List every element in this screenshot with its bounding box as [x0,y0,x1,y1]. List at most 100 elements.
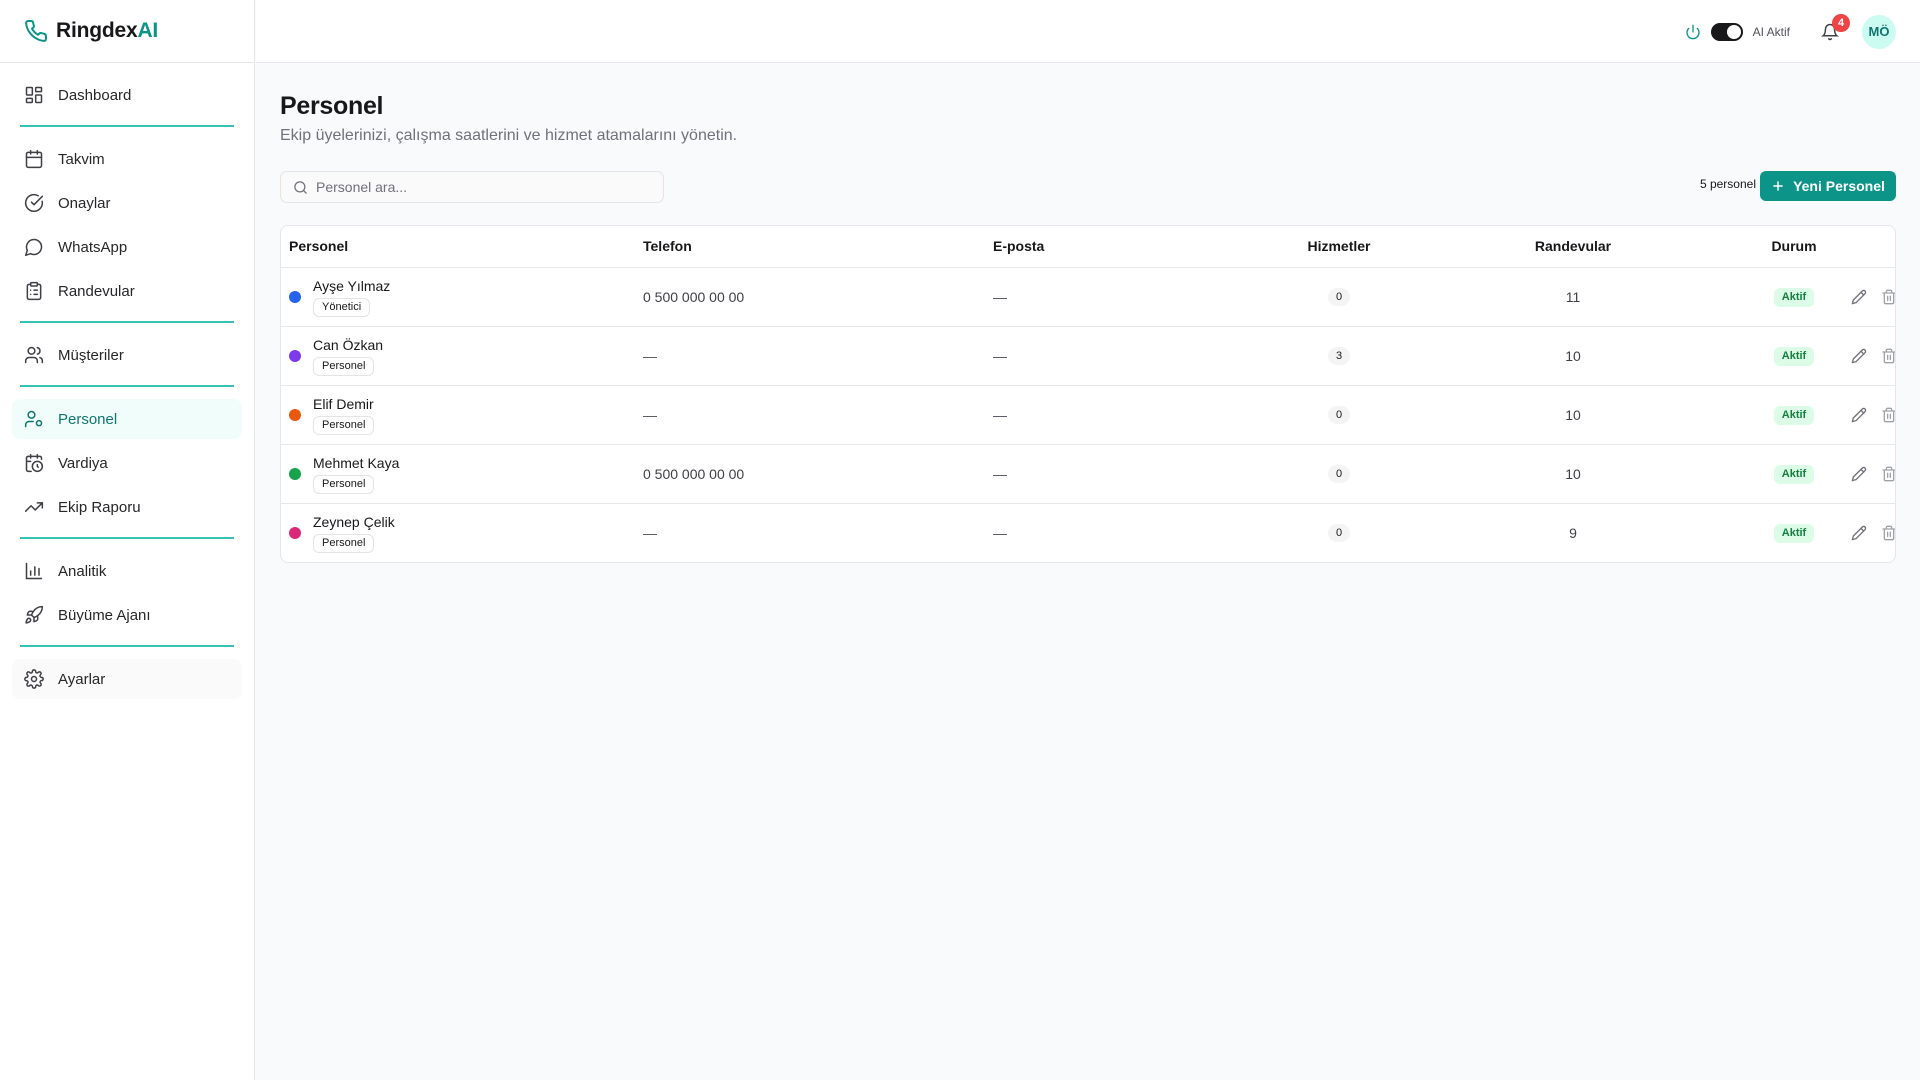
edit-icon[interactable] [1851,289,1867,305]
email-cell: — [993,524,1007,541]
search-box [280,171,664,203]
table-row[interactable]: Ayşe Yılmaz Yönetici 0 500 000 00 00 — 0… [281,267,1895,327]
staff-cell: Can Özkan Personel [289,336,643,376]
sidebar-item-whatsapp[interactable]: WhatsApp [12,227,242,267]
brand[interactable]: RingdexAI [0,0,254,63]
brand-name: RingdexAI [56,19,159,42]
phone-cell: — [643,385,993,445]
edit-icon[interactable] [1851,348,1867,364]
trash-icon[interactable] [1881,348,1895,364]
table-row[interactable]: Can Özkan Personel — — 3 10 Aktif [281,326,1895,386]
staff-table: Personel Telefon E-posta Hizmetler Rande… [281,226,1895,562]
staff-color-dot [289,349,301,362]
header-personel[interactable]: Personel [281,226,643,268]
sidebar-item-label: Ekip Raporu [58,498,141,516]
edit-icon[interactable] [1851,407,1867,423]
ai-toggle[interactable] [1710,22,1743,41]
sidebar-item-ayarlar[interactable]: Ayarlar [12,659,242,699]
header-randevular[interactable]: Randevular [1455,226,1691,268]
staff-name: Elif Demir [313,395,374,412]
new-staff-label: Yeni Personel [1793,178,1885,194]
sidebar-item-onaylar[interactable]: Onaylar [12,183,242,223]
staff-color-dot [289,526,301,539]
trash-icon[interactable] [1881,289,1895,305]
avatar[interactable]: MÖ [1862,14,1896,49]
appointments-count: 9 [1569,524,1577,541]
nav-divider [20,645,234,647]
table-row[interactable]: Elif Demir Personel — — 0 10 Aktif [281,385,1895,445]
role-badge: Personel [313,474,375,494]
staff-cell: Zeynep Çelik Personel [289,513,643,553]
notifications-button[interactable]: 4 [1814,13,1850,48]
search-input[interactable] [316,179,636,195]
services-count: 0 [1328,288,1350,306]
edit-icon[interactable] [1851,525,1867,541]
sidebar-item-dashboard[interactable]: Dashboard [12,75,242,115]
nav-divider [20,537,234,539]
table-row[interactable]: Mehmet Kaya Personel 0 500 000 00 00 — 0… [281,444,1895,504]
ai-status-label: AI Aktif [1752,24,1790,39]
main-content: Personel Ekip üyelerinizi, çalışma saatl… [280,63,1896,563]
header-durum[interactable]: Durum [1691,226,1895,268]
bar-chart-icon [24,561,44,581]
plus-icon [1771,179,1785,193]
appointments-count: 10 [1455,326,1691,386]
sidebar-item-label: Vardiya [58,454,108,472]
users-icon [24,345,44,365]
services-count: 0 [1328,406,1350,424]
gear-icon [24,669,44,689]
services-count: 0 [1328,524,1350,543]
staff-cell: Ayşe Yılmaz Yönetici [289,277,643,317]
staff-count: 5 personel [1699,177,1756,191]
email-cell: — [993,444,1223,504]
phone-cell: 0 500 000 00 00 [643,267,993,327]
sidebar-item-label: Onaylar [58,194,111,212]
sidebar-item-takvim[interactable]: Takvim [12,139,242,179]
role-badge: Personel [313,356,375,376]
phone-cell: — [643,326,993,386]
status-badge: Aktif [1773,464,1815,484]
staff-color-dot [289,290,301,303]
message-circle-icon [24,237,44,257]
sidebar-item-label: Analitik [58,562,107,580]
topbar: AI Aktif 4 MÖ [256,0,1920,63]
nav-divider [20,385,234,387]
power-icon [1685,24,1701,40]
header-telefon[interactable]: Telefon [643,226,993,268]
check-circle-icon [24,193,44,213]
edit-icon[interactable] [1851,466,1867,482]
staff-color-dot [289,408,301,421]
staff-cell: Mehmet Kaya Personel [289,454,643,494]
appointments-count: 10 [1455,444,1691,504]
notification-count-badge: 4 [1832,13,1850,32]
sidebar-item-vardiya[interactable]: Vardiya [12,443,242,483]
staff-color-dot [289,467,301,480]
sidebar-item-randevular[interactable]: Randevular [12,271,242,311]
sidebar-item-buyume-ajani[interactable]: Büyüme Ajanı [12,595,242,635]
calendar-clock-icon [24,453,44,473]
email-cell: — [993,267,1223,327]
header-eposta[interactable]: E-posta [993,226,1223,268]
topbar-controls: AI Aktif 4 MÖ [1685,0,1896,63]
calendar-icon [24,149,44,169]
role-badge: Yönetici [313,297,371,317]
sidebar-item-personel[interactable]: Personel [12,399,242,439]
status-badge: Aktif [1773,523,1815,543]
user-cog-icon [24,409,44,429]
phone-icon [24,19,48,43]
sidebar-item-ekip-raporu[interactable]: Ekip Raporu [12,487,242,527]
header-hizmetler[interactable]: Hizmetler [1223,226,1455,268]
trash-icon[interactable] [1881,407,1895,423]
sidebar-item-analitik[interactable]: Analitik [12,551,242,591]
staff-name: Zeynep Çelik [313,513,395,530]
sidebar-item-label: Takvim [58,150,105,168]
sidebar-item-label: Müşteriler [58,346,124,364]
trash-icon[interactable] [1881,525,1895,541]
new-staff-button[interactable]: Yeni Personel [1760,171,1896,201]
sidebar-item-label: Ayarlar [58,670,106,688]
role-badge: Personel [313,415,375,435]
table-row[interactable]: Zeynep Çelik Personel — — 0 9 Aktif [281,503,1895,562]
trash-icon[interactable] [1881,466,1895,482]
sidebar-nav: Dashboard Takvim Onaylar WhatsApp Randev… [0,63,254,699]
sidebar-item-musteriler[interactable]: Müşteriler [12,335,242,375]
